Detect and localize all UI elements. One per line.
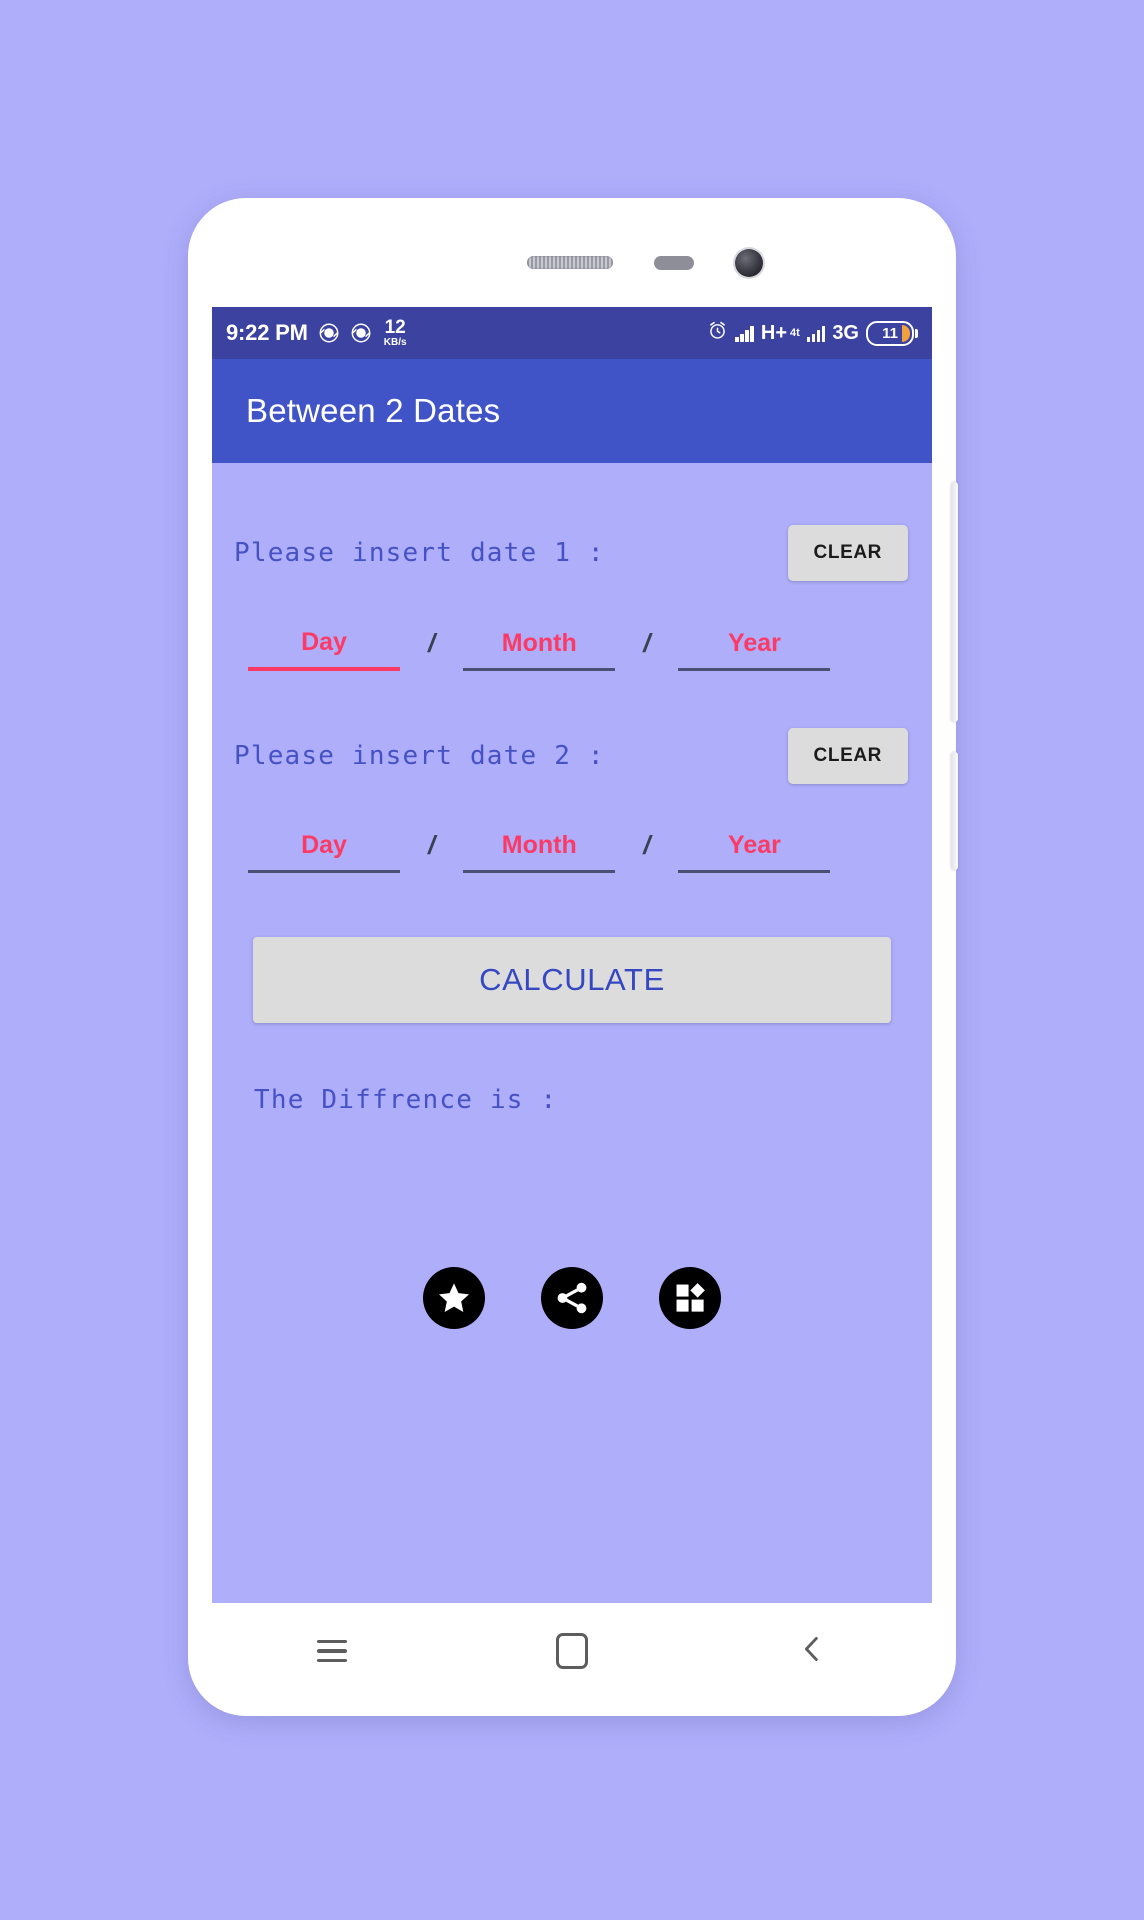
date2-month-input[interactable] <box>463 830 616 873</box>
status-bar-left: 9:22 PM 12 KB/s <box>226 318 407 348</box>
status-clock: 9:22 PM <box>226 320 308 345</box>
date2-day-input[interactable] <box>248 830 400 873</box>
action-icon-row <box>212 1267 932 1329</box>
power-button[interactable] <box>951 752 958 870</box>
clear-date2-button[interactable]: CLEAR <box>787 728 908 784</box>
date1-separator-1: / <box>428 628 436 658</box>
date2-year-input[interactable] <box>678 830 831 873</box>
volume-button[interactable] <box>951 482 958 722</box>
menu-icon <box>317 1639 347 1663</box>
date2-fields-row: / / <box>212 830 932 873</box>
date1-separator-2: / <box>643 628 651 658</box>
date1-fields-row: / / <box>212 627 932 671</box>
battery-icon: 11 <box>866 320 918 346</box>
date1-month-input[interactable] <box>463 628 616 671</box>
network-type-label: H+ <box>760 321 788 344</box>
date2-separator-1: / <box>428 830 436 860</box>
front-camera <box>735 249 763 277</box>
date1-year-input[interactable] <box>678 628 831 671</box>
nav-menu-button[interactable] <box>287 1621 377 1681</box>
nav-home-button[interactable] <box>527 1621 617 1681</box>
network-type-sub-label: 4t <box>790 327 800 339</box>
status-bar: 9:22 PM 12 KB/s H+ 4t 3G 11 <box>212 307 932 359</box>
date2-header: Please insert date 2 : CLEAR <box>212 728 932 784</box>
sync-circle-icon <box>318 322 340 344</box>
date2-separator-2: / <box>643 830 651 860</box>
home-icon <box>556 1633 588 1669</box>
signal-bars-icon <box>735 325 754 342</box>
network-speed-indicator: 12 KB/s <box>384 318 407 348</box>
alarm-clock-icon <box>707 320 728 346</box>
calculate-button[interactable]: CALCULATE <box>253 937 891 1023</box>
page-title: Between 2 Dates <box>246 392 501 429</box>
clear-date1-button[interactable]: CLEAR <box>787 525 908 581</box>
network-speed-value: 12 <box>384 317 406 338</box>
system-navigation-bar <box>212 1603 932 1699</box>
more-apps-grid-icon[interactable] <box>659 1267 721 1329</box>
date1-prompt: Please insert date 1 : <box>234 538 605 568</box>
battery-level: 11 <box>882 324 898 342</box>
signal-bars-icon <box>806 325 826 342</box>
date2-prompt: Please insert date 2 : <box>234 741 605 771</box>
status-bar-right: H+ 4t 3G 11 <box>707 320 918 346</box>
earpiece-speaker <box>527 256 613 269</box>
network-type-label-2: 3G <box>832 321 859 344</box>
nav-back-button[interactable] <box>767 1621 857 1681</box>
main-content: Please insert date 1 : CLEAR / / Please … <box>212 463 932 1603</box>
difference-value <box>254 1125 932 1155</box>
proximity-sensor <box>654 256 694 270</box>
rate-star-icon[interactable] <box>423 1267 485 1329</box>
app-bar: Between 2 Dates <box>212 359 932 463</box>
back-chevron-icon <box>797 1632 827 1671</box>
phone-screen: 9:22 PM 12 KB/s H+ 4t 3G 11 Between 2 Da… <box>212 307 932 1603</box>
date1-day-input[interactable] <box>248 627 400 671</box>
share-icon[interactable] <box>541 1267 603 1329</box>
difference-label: The Diffrence is : <box>254 1085 558 1115</box>
network-speed-unit: KB/s <box>383 337 407 348</box>
date1-header: Please insert date 1 : CLEAR <box>212 525 932 581</box>
sync-circle-icon <box>350 322 372 344</box>
